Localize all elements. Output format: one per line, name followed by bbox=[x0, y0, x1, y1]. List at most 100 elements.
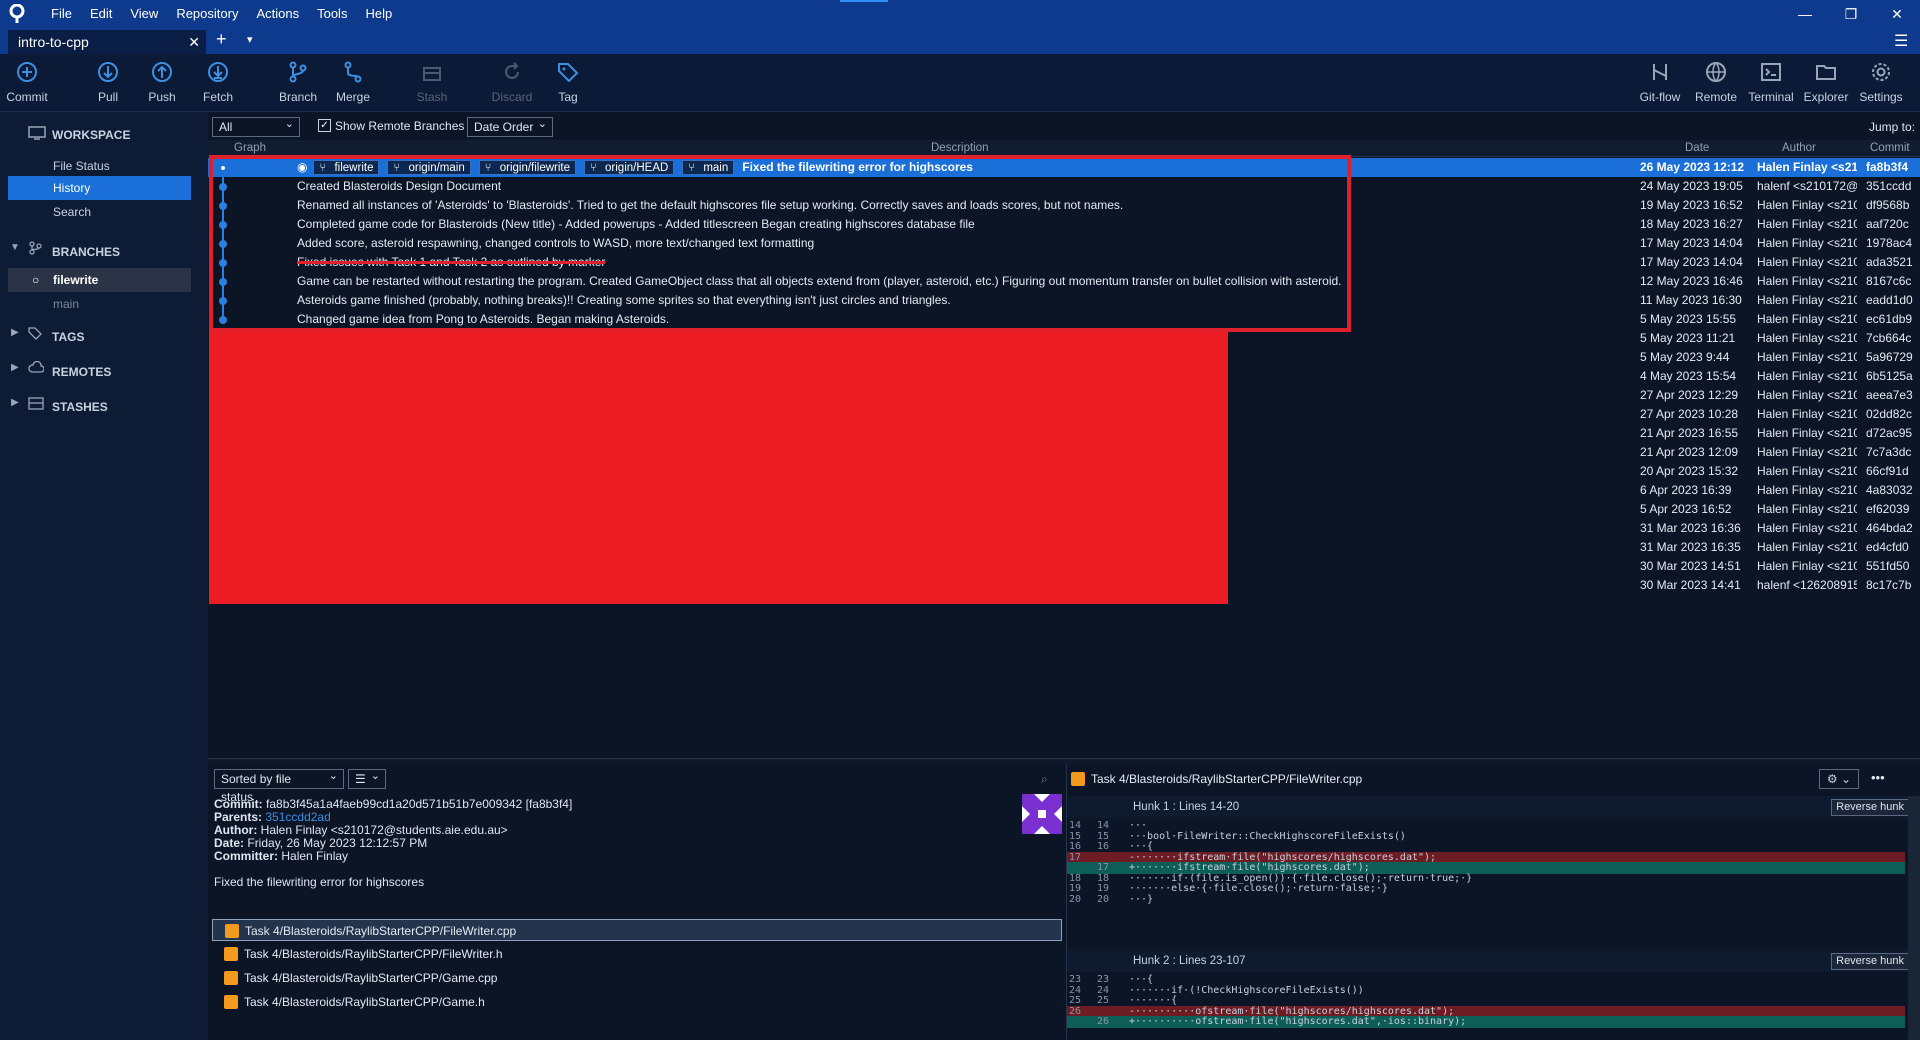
diff-line[interactable]: 26 +··········ofstream·file("highscores.d… bbox=[1067, 1016, 1905, 1028]
tab-intro-to-cpp[interactable]: intro-to-cpp ✕ bbox=[8, 30, 206, 54]
branches-heading[interactable]: BRANCHES bbox=[52, 245, 120, 259]
file-path: Task 4/Blasteroids/RaylibStarterCPP/File… bbox=[245, 924, 517, 938]
sidebar: WORKSPACE File Status History Search ▼ B… bbox=[0, 112, 208, 1040]
branches-chevron-down-icon[interactable]: ▼ bbox=[10, 242, 20, 253]
show-remote-label[interactable]: Show Remote Branches bbox=[335, 119, 464, 133]
show-remote-checkbox[interactable]: ✓ bbox=[318, 119, 331, 132]
remote-button[interactable]: Remote bbox=[1686, 60, 1746, 104]
search-icon[interactable]: ⌕ bbox=[1041, 772, 1048, 787]
branch-button[interactable]: Branch bbox=[268, 60, 328, 104]
menu-actions[interactable]: Actions bbox=[247, 0, 308, 28]
stash-button[interactable]: Stash bbox=[402, 60, 462, 104]
branches-filter-dropdown[interactable]: All Branches bbox=[212, 115, 300, 152]
diff-options-gear-icon[interactable]: ⚙ ⌄ bbox=[1819, 769, 1859, 789]
file-row[interactable]: Task 4/Blasteroids/RaylibStarterCPP/Game… bbox=[212, 991, 1066, 1013]
file-row[interactable]: Task 4/Blasteroids/RaylibStarterCPP/File… bbox=[212, 943, 1066, 965]
code-text: ···} bbox=[1129, 893, 1154, 905]
order-dropdown[interactable]: Date Order bbox=[467, 115, 553, 137]
committer-label: Committer: bbox=[214, 849, 279, 863]
commit-hash: 5a96729 bbox=[1866, 350, 1913, 364]
more-options-icon[interactable]: ••• bbox=[1871, 770, 1885, 785]
commit-date: 27 Apr 2023 12:29 bbox=[1640, 388, 1739, 402]
stashes-chevron-right-icon[interactable]: ▶ bbox=[11, 397, 19, 408]
tag-button[interactable]: Tag bbox=[538, 60, 598, 104]
discard-button[interactable]: Discard bbox=[482, 60, 542, 104]
commit-hash: 8c17c7b bbox=[1866, 578, 1912, 592]
diff-line[interactable]: 20 20 ···} bbox=[1067, 894, 1905, 906]
menu-view[interactable]: View bbox=[121, 0, 167, 28]
settings-button[interactable]: Settings bbox=[1851, 60, 1911, 104]
commit-author: Halen Finlay <s210 bbox=[1757, 236, 1857, 250]
fetch-button[interactable]: Fetch bbox=[188, 60, 248, 104]
parents-label: Parents: bbox=[214, 810, 263, 824]
sidebar-item-history[interactable]: History bbox=[8, 176, 191, 200]
sidebar-item-search[interactable]: Search bbox=[8, 200, 191, 224]
commit-author: Halen Finlay <s210 bbox=[1757, 388, 1857, 402]
menu-help[interactable]: Help bbox=[356, 0, 401, 28]
hamburger-menu-icon[interactable]: ☰ bbox=[1894, 31, 1908, 51]
close-window-button[interactable]: ✕ bbox=[1874, 0, 1920, 28]
column-date[interactable]: Date bbox=[1685, 142, 1709, 154]
tab-list-dropdown[interactable]: ▾ bbox=[247, 33, 253, 46]
pull-button[interactable]: Pull bbox=[78, 60, 138, 104]
menu-repository[interactable]: Repository bbox=[167, 0, 247, 28]
push-button[interactable]: Push bbox=[132, 60, 192, 104]
sidebar-item-file-status[interactable]: File Status bbox=[8, 154, 191, 178]
author-label: Author: bbox=[214, 823, 258, 837]
list-mode-dropdown[interactable]: ☰ bbox=[348, 767, 386, 789]
gitflow-button[interactable]: Git-flow bbox=[1630, 60, 1690, 104]
commit-hash: fa8b3f4 bbox=[1866, 160, 1909, 174]
diff-scrollbar[interactable] bbox=[1908, 796, 1920, 1040]
title-bar: File Edit View Repository Actions Tools … bbox=[0, 0, 1920, 28]
commit-author: Halen Finlay <s21( bbox=[1757, 160, 1857, 174]
commit-author: Halen Finlay <s210 bbox=[1757, 540, 1857, 554]
menu-tools[interactable]: Tools bbox=[308, 0, 356, 28]
explorer-button[interactable]: Explorer bbox=[1796, 60, 1856, 104]
commit-hash: 7cb664c bbox=[1866, 331, 1912, 345]
commit-hash: 351ccdd bbox=[1866, 179, 1912, 193]
author-line: Author: Halen Finlay <s210172@students.a… bbox=[214, 823, 508, 837]
remotes-chevron-right-icon[interactable]: ▶ bbox=[11, 362, 19, 373]
file-row[interactable]: Task 4/Blasteroids/RaylibStarterCPP/File… bbox=[212, 919, 1062, 941]
reverse-hunk-2-button[interactable]: Reverse hunk bbox=[1831, 953, 1909, 970]
restore-button[interactable]: ❐ bbox=[1828, 0, 1874, 28]
commit-author: Halen Finlay <s210 bbox=[1757, 217, 1857, 231]
commit-author: Halen Finlay <s210 bbox=[1757, 445, 1857, 459]
sidebar-branch-main[interactable]: main bbox=[8, 292, 191, 316]
commit-date: 5 Apr 2023 16:52 bbox=[1640, 502, 1732, 516]
new-tab-button[interactable]: + bbox=[216, 29, 227, 50]
commit-hash: ada3521 bbox=[1866, 255, 1913, 269]
menu-file[interactable]: File bbox=[42, 0, 81, 28]
tags-chevron-right-icon[interactable]: ▶ bbox=[11, 327, 19, 338]
column-description[interactable]: Description bbox=[931, 142, 989, 154]
sort-dropdown[interactable]: Sorted by file status bbox=[214, 767, 344, 804]
commit-hash: ec61db9 bbox=[1866, 312, 1913, 326]
commit-author: Halen Finlay <s210 bbox=[1757, 350, 1857, 364]
tag-icon bbox=[28, 327, 42, 340]
commit-button[interactable]: Commit bbox=[0, 60, 57, 104]
modified-file-icon bbox=[224, 971, 238, 985]
workspace-heading[interactable]: WORKSPACE bbox=[52, 128, 130, 142]
terminal-button[interactable]: Terminal bbox=[1741, 60, 1801, 104]
stashes-heading[interactable]: STASHES bbox=[52, 400, 108, 414]
close-tab-icon[interactable]: ✕ bbox=[188, 30, 200, 54]
column-graph[interactable]: Graph bbox=[234, 142, 266, 154]
column-commit[interactable]: Commit bbox=[1870, 142, 1910, 154]
tag-icon bbox=[558, 63, 579, 83]
sidebar-branch-filewrite[interactable]: ○ filewrite bbox=[8, 268, 191, 292]
file-row[interactable]: Task 4/Blasteroids/RaylibStarterCPP/Game… bbox=[212, 967, 1066, 989]
remote-label: Remote bbox=[1694, 90, 1738, 104]
remotes-heading[interactable]: REMOTES bbox=[52, 365, 111, 379]
tags-heading[interactable]: TAGS bbox=[52, 330, 84, 344]
merge-button[interactable]: Merge bbox=[323, 60, 383, 104]
modified-file-icon bbox=[225, 924, 239, 938]
reverse-hunk-1-button[interactable]: Reverse hunk bbox=[1831, 799, 1909, 816]
jump-to-label: Jump to: bbox=[1869, 120, 1916, 134]
commit-date: 24 May 2023 19:05 bbox=[1640, 179, 1743, 193]
commit-hash: 66cf91d bbox=[1866, 464, 1909, 478]
commit-message: Fixed the filewriting error for highscor… bbox=[214, 875, 425, 889]
minimize-button[interactable]: — bbox=[1782, 0, 1828, 28]
parent-link[interactable]: 351ccdd2ad bbox=[265, 810, 330, 824]
column-author[interactable]: Author bbox=[1782, 142, 1816, 154]
menu-edit[interactable]: Edit bbox=[81, 0, 121, 28]
